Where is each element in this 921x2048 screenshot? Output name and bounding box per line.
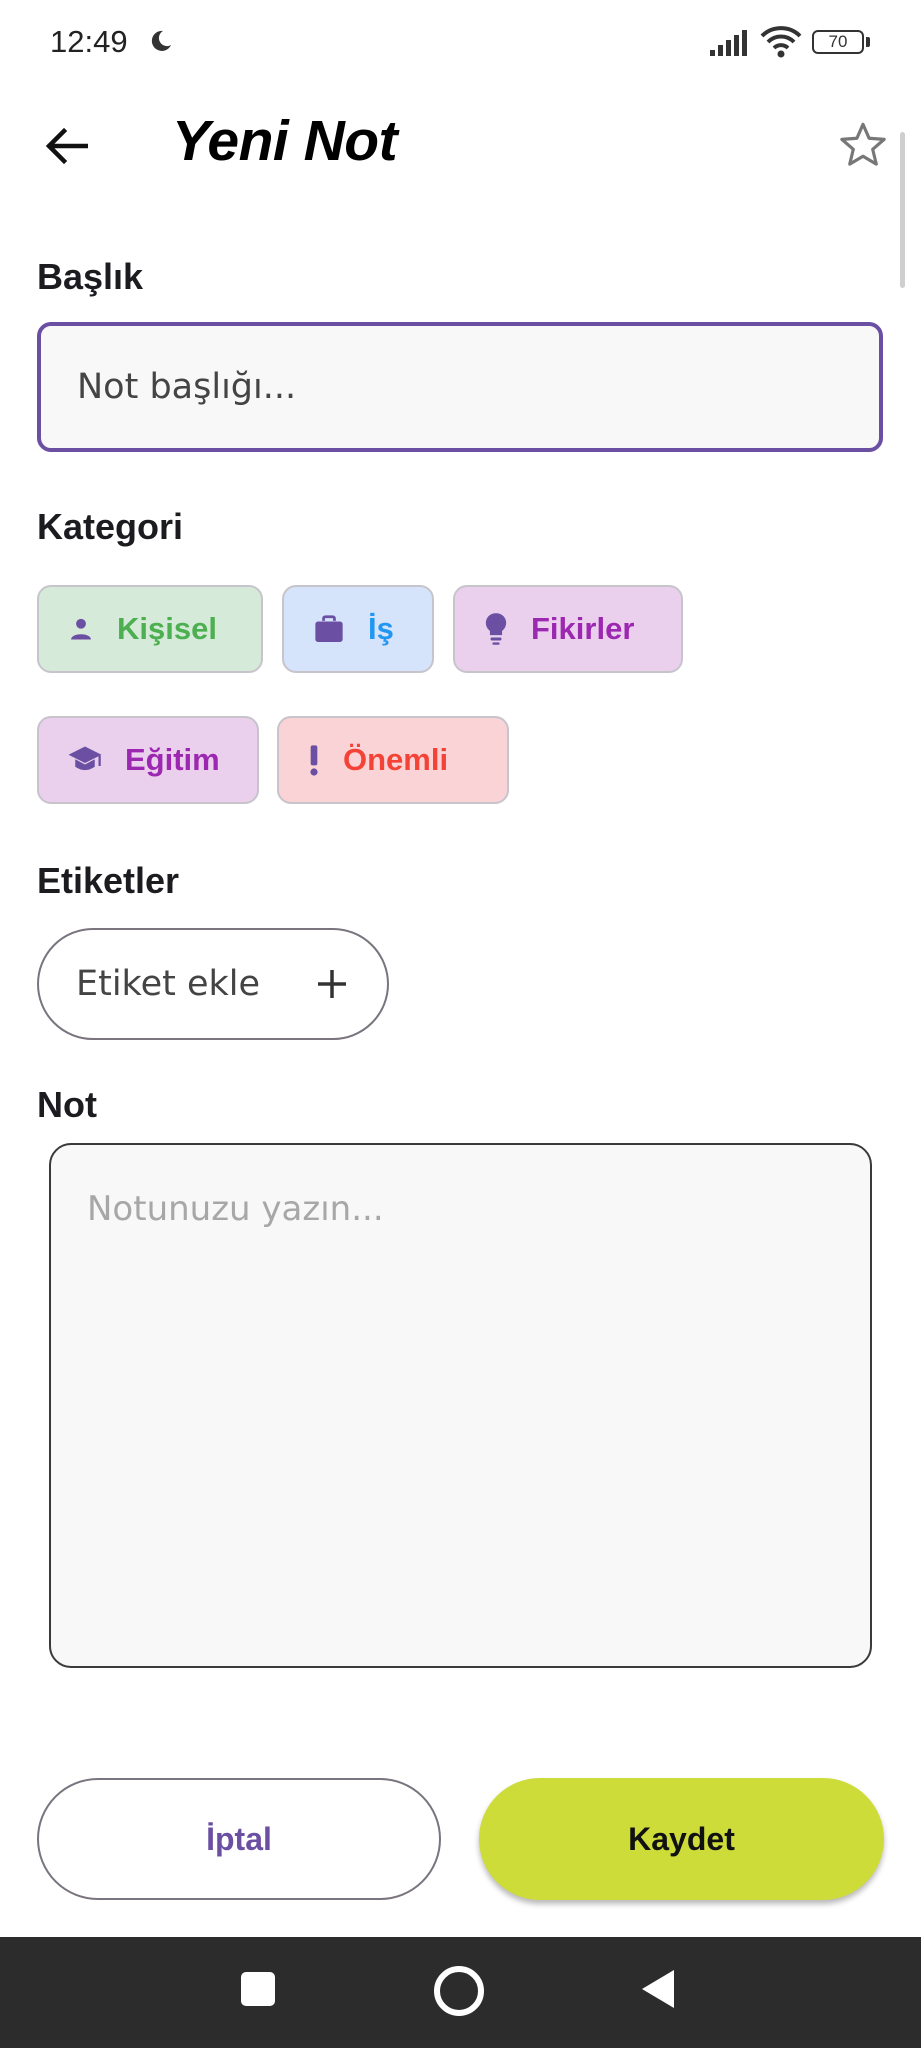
scrollbar[interactable]	[900, 132, 905, 288]
title-placeholder: Not başlığı...	[77, 367, 297, 407]
back-button[interactable]	[36, 116, 96, 176]
category-chip-education[interactable]: Eğitim	[37, 716, 259, 804]
add-tag-chip[interactable]: Etiket ekle	[37, 928, 389, 1040]
save-button-label: Kaydet	[628, 1820, 735, 1857]
note-placeholder: Notunuzu yazın...	[87, 1189, 384, 1229]
category-chip-ideas[interactable]: Fikirler	[453, 585, 683, 673]
signal-icon	[710, 30, 750, 61]
note-label: Not	[37, 1084, 97, 1125]
title-label: Başlık	[37, 256, 144, 297]
exclamation-icon	[307, 744, 321, 776]
category-label: Kategori	[37, 506, 184, 547]
plus-icon	[316, 968, 348, 1000]
moon-icon	[148, 28, 174, 54]
status-time: 12:49	[50, 24, 128, 59]
nav-back-icon[interactable]	[640, 1968, 676, 2015]
add-tag-label: Etiket ekle	[76, 964, 261, 1004]
cancel-button-label: İptal	[206, 1820, 272, 1857]
category-chip-personal[interactable]: Kişisel	[37, 585, 263, 673]
category-chip-label: Fikirler	[531, 611, 635, 646]
tags-label: Etiketler	[37, 860, 180, 901]
category-chip-important[interactable]: Önemli	[277, 716, 509, 804]
person-icon	[67, 615, 95, 643]
note-textarea[interactable]: Notunuzu yazın...	[49, 1143, 872, 1668]
title-input[interactable]: Not başlığı...	[37, 322, 883, 452]
category-chip-work[interactable]: İş	[282, 585, 434, 673]
lightbulb-icon	[483, 612, 509, 646]
page-title: Yeni Not	[172, 109, 398, 173]
category-chip-label: Önemli	[343, 742, 449, 777]
recents-icon[interactable]	[241, 1972, 275, 2006]
favorite-button[interactable]	[836, 118, 890, 172]
graduation-cap-icon	[67, 745, 103, 775]
home-icon[interactable]	[434, 1966, 484, 2016]
briefcase-icon	[312, 614, 346, 644]
arrow-left-icon	[45, 127, 88, 165]
category-chip-label: İş	[368, 611, 394, 646]
category-chip-label: Eğitim	[125, 742, 220, 777]
wifi-icon	[760, 24, 802, 63]
battery-level: 70	[828, 32, 848, 51]
battery-tip	[866, 37, 870, 47]
save-button[interactable]: Kaydet	[479, 1778, 884, 1900]
cancel-button[interactable]: İptal	[37, 1778, 441, 1900]
star-icon	[840, 122, 886, 166]
battery-icon: 70	[812, 30, 864, 54]
category-chip-label: Kişisel	[117, 611, 217, 646]
